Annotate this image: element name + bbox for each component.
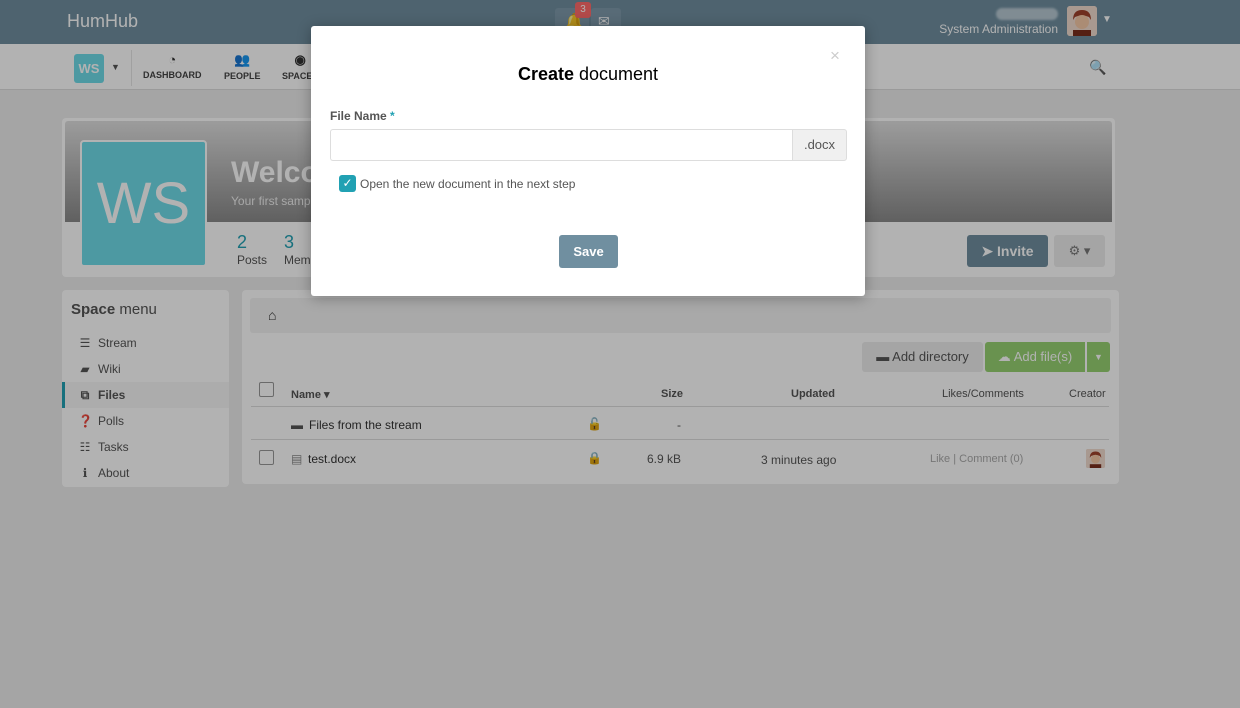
file-name-label: File Name * xyxy=(330,109,395,123)
file-extension-addon: .docx xyxy=(792,129,847,161)
create-document-modal: × Create document File Name * .docx ✓ Op… xyxy=(311,26,865,296)
file-name-input[interactable] xyxy=(330,129,792,161)
checkmark-icon: ✓ xyxy=(342,176,353,190)
close-icon[interactable]: × xyxy=(830,46,840,66)
open-next-step-label[interactable]: Open the new document in the next step xyxy=(360,177,575,191)
open-next-step-checkbox[interactable]: ✓ xyxy=(339,175,356,192)
modal-title: Create document xyxy=(517,64,659,84)
required-mark: * xyxy=(390,109,395,123)
save-button[interactable]: Save xyxy=(559,235,618,268)
